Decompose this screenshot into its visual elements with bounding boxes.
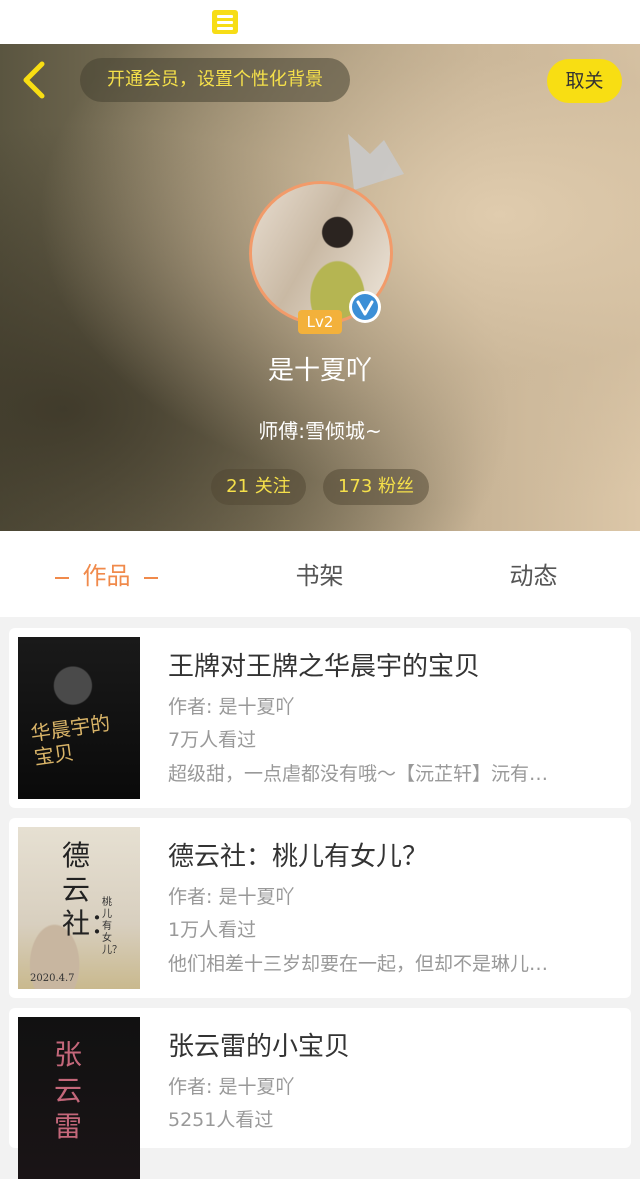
crown-icon bbox=[348, 134, 404, 190]
book-title: 王牌对王牌之华晨宇的宝贝 bbox=[168, 652, 481, 682]
username: 是十夏吖 bbox=[267, 356, 372, 386]
book-description: 超级甜，一点虐都没有哦～【沅芷轩】沅有… bbox=[168, 763, 549, 785]
book-cover: 德云社： 桃儿有女儿？ 2020.4.7 bbox=[18, 827, 140, 989]
cover-title: 德云社： bbox=[62, 839, 119, 940]
book-views: 1万人看过 bbox=[168, 919, 257, 941]
followers-count[interactable]: 173 粉丝 bbox=[323, 469, 429, 505]
level-badge: Lv2 bbox=[298, 310, 342, 334]
book-views: 5251人看过 bbox=[168, 1109, 274, 1131]
cover-subtitle: 桃儿有女儿？ bbox=[102, 897, 122, 956]
book-cover: 张云雷 bbox=[18, 1017, 140, 1179]
master-label: 师傅:雪倾城~ bbox=[258, 419, 382, 443]
cover-title: 张云雷 bbox=[54, 1038, 83, 1143]
book-views: 7万人看过 bbox=[168, 729, 257, 751]
book-author: 作者: 是十夏吖 bbox=[168, 1076, 295, 1098]
vip-banner[interactable]: 开通会员，设置个性化背景 bbox=[80, 58, 350, 102]
book-item[interactable]: 华晨宇的宝贝 王牌对王牌之华晨宇的宝贝 作者: 是十夏吖 7万人看过 超级甜，一… bbox=[9, 628, 631, 808]
book-description: 他们相差十三岁却要在一起，但却不是琳儿… bbox=[168, 953, 549, 975]
book-title: 德云社：桃儿有女儿？ bbox=[168, 842, 429, 872]
book-item[interactable]: 张云雷 张云雷的小宝贝 作者: 是十夏吖 5251人看过 bbox=[9, 1008, 631, 1179]
verified-icon bbox=[349, 291, 381, 323]
tab-activity[interactable]: 动态 bbox=[427, 531, 640, 617]
cover-date: 2020.4.7 bbox=[30, 973, 75, 984]
book-author: 作者: 是十夏吖 bbox=[168, 696, 295, 718]
tab-bookshelf[interactable]: 书架 bbox=[213, 531, 426, 617]
cover-title: 华晨宇的宝贝 bbox=[29, 710, 112, 770]
tab-bar: 作品 书架 动态 bbox=[0, 531, 640, 617]
book-cover: 华晨宇的宝贝 bbox=[18, 637, 140, 799]
back-button[interactable] bbox=[18, 58, 58, 102]
following-count[interactable]: 21 关注 bbox=[211, 469, 306, 505]
book-author: 作者: 是十夏吖 bbox=[168, 886, 295, 908]
status-bar bbox=[0, 0, 640, 44]
chevron-left-icon bbox=[23, 61, 45, 99]
profile-header: 开通会员，设置个性化背景 取关 Lv2 是十夏吖 师傅:雪倾城~ 21 关注 1… bbox=[0, 44, 640, 531]
book-item[interactable]: 德云社： 桃儿有女儿？ 2020.4.7 德云社：桃儿有女儿？ 作者: 是十夏吖… bbox=[9, 818, 631, 998]
book-title: 张云雷的小宝贝 bbox=[168, 1032, 351, 1062]
unfollow-button[interactable]: 取关 bbox=[547, 59, 622, 103]
menu-icon[interactable] bbox=[212, 10, 238, 34]
tab-works[interactable]: 作品 bbox=[0, 531, 213, 617]
